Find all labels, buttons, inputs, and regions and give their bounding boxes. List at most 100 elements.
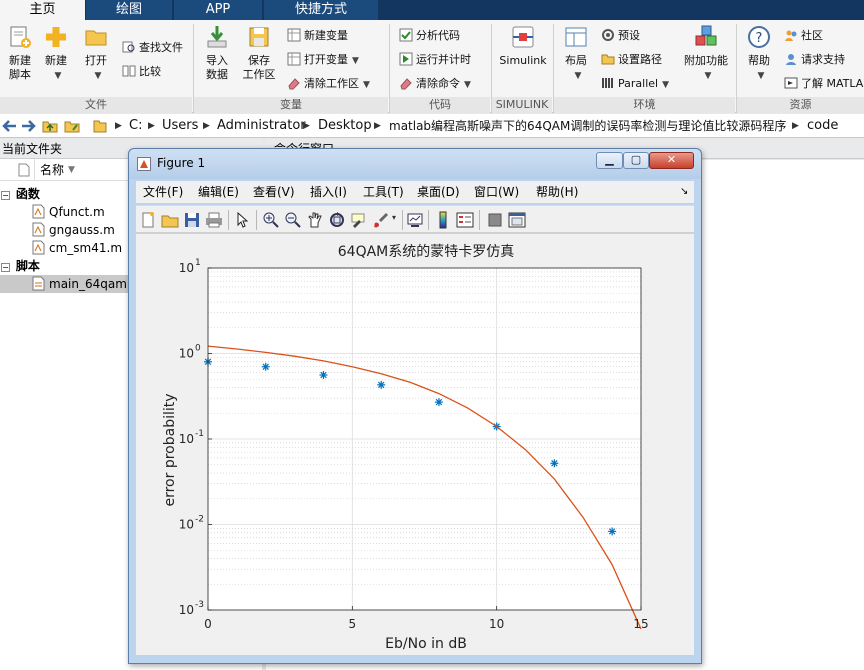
tab-home[interactable]: 主页 [0, 0, 85, 20]
hide-plot-tools-icon[interactable] [486, 211, 504, 229]
back-arrow-icon[interactable] [2, 118, 18, 134]
breadcrumb-desktop[interactable]: Desktop [318, 114, 372, 138]
compare-button[interactable]: 比较 [122, 62, 161, 82]
toolbar-separator [256, 210, 257, 230]
pointer-icon[interactable] [233, 211, 251, 229]
tab-apps[interactable]: APP [174, 0, 262, 20]
pan-icon[interactable] [306, 211, 324, 229]
y-axis-label: error probability [162, 393, 178, 506]
menu-window[interactable]: 窗口(W) [474, 181, 519, 203]
new-figure-icon[interactable] [139, 211, 157, 229]
analyze-code-button[interactable]: 分析代码 [399, 26, 460, 46]
addons-button[interactable]: 附加功能 ▼ [684, 24, 728, 83]
preferences-button[interactable]: 预设 [601, 26, 640, 46]
figure-canvas[interactable]: 64QAM系统的蒙特卡罗仿真 0 5 10 15 10 -3 10 -2 10 -1 10 0 10 1 … [136, 234, 694, 655]
menu-desktop[interactable]: 桌面(D) [417, 181, 460, 203]
menu-file[interactable]: 文件(F) [143, 181, 183, 203]
maximize-button[interactable]: ▢ [623, 152, 649, 169]
open-button[interactable]: 打开 ▼ [76, 24, 116, 83]
preferences-label: 预设 [618, 29, 640, 42]
file-name: Qfunct.m [49, 205, 105, 219]
breadcrumb-administrator[interactable]: Administrator [217, 114, 306, 138]
breadcrumb-drive[interactable]: C: [129, 114, 142, 138]
link-plot-icon[interactable] [406, 211, 424, 229]
menu-help[interactable]: 帮助(H) [536, 181, 578, 203]
print-icon[interactable] [205, 211, 223, 229]
file-type-column-icon [18, 163, 30, 177]
list-item[interactable]: Qfunct.m [32, 203, 105, 221]
legend-icon[interactable] [456, 211, 474, 229]
community-button[interactable]: 社区 [784, 26, 823, 46]
simulink-button[interactable]: Simulink [498, 24, 548, 68]
up-folder-icon[interactable] [42, 118, 58, 134]
brush-dropdown-icon[interactable]: ▾ [392, 213, 396, 222]
forward-arrow-icon[interactable] [20, 118, 36, 134]
tab-plots[interactable]: 绘图 [86, 0, 172, 20]
breadcrumb-code[interactable]: code [807, 114, 838, 138]
tab-shortcuts[interactable]: 快捷方式 [264, 0, 378, 20]
colorbar-icon[interactable] [434, 211, 452, 229]
show-plot-tools-icon[interactable] [508, 211, 526, 229]
help-button[interactable]: ? 帮助 ▼ [739, 24, 779, 83]
brush-icon[interactable] [372, 211, 390, 229]
m-file-icon [32, 204, 45, 219]
menu-tools[interactable]: 工具(T) [363, 181, 404, 203]
save-workspace-button[interactable]: 保存 工作区 [239, 24, 279, 82]
minimize-button[interactable]: ▁ [596, 152, 623, 169]
new-variable-icon [287, 28, 301, 42]
clear-commands-button[interactable]: 清除命令 ▼ [399, 74, 471, 94]
name-column-header[interactable]: 名称 [40, 159, 64, 181]
set-path-button[interactable]: 设置路径 [601, 50, 662, 70]
m-file-icon [32, 222, 45, 237]
layout-button[interactable]: 布局 ▼ [556, 24, 596, 83]
collapse-toggle-icon[interactable]: − [1, 263, 10, 272]
y-tick-exponent: 0 [195, 344, 201, 354]
close-button[interactable]: ✕ [649, 152, 694, 169]
clear-workspace-button[interactable]: 清除工作区 ▼ [287, 74, 370, 94]
zoom-out-icon[interactable] [284, 211, 302, 229]
y-tick-label: 10 [179, 603, 194, 617]
ribbon-toolstrip: 新建 脚本 新建 ▼ 打开 ▼ 查找文件 比较 文件 导入 数据 保存 工作区 … [0, 20, 864, 113]
clear-workspace-label: 清除工作区 [304, 77, 359, 90]
toolbar-separator [479, 210, 480, 230]
new-script-button[interactable]: 新建 脚本 [0, 24, 40, 82]
dock-arrow-icon[interactable]: ↘ [680, 181, 688, 203]
plus-icon [46, 27, 66, 47]
list-item[interactable]: cm_sm41.m [32, 239, 122, 257]
x-tick-label: 10 [489, 617, 504, 631]
open-file-icon[interactable] [161, 211, 179, 229]
new-label: 新建 [45, 54, 67, 67]
figure-menu-bar: 文件(F) 编辑(E) 查看(V) 插入(I) 工具(T) 桌面(D) 窗口(W… [136, 181, 694, 203]
find-files-icon [122, 41, 135, 53]
menu-insert[interactable]: 插入(I) [310, 181, 347, 203]
learn-matlab-button[interactable]: 了解 MATLA [784, 74, 863, 94]
figure-title-bar[interactable]: Figure 1 ▁ ▢ ✕ [129, 149, 701, 179]
save-icon[interactable] [183, 211, 201, 229]
browse-folder-icon[interactable] [64, 118, 80, 134]
new-button[interactable]: 新建 ▼ [36, 24, 76, 83]
open-variable-button[interactable]: 打开变量 ▼ [287, 50, 359, 70]
breadcrumb-project-folder[interactable]: matlab编程高斯噪声下的64QAM调制的误码率检测与理论值比较源码程序 [389, 114, 786, 138]
run-and-time-label: 运行并计时 [416, 53, 471, 66]
zoom-in-icon[interactable] [262, 211, 280, 229]
menu-view[interactable]: 查看(V) [253, 181, 295, 203]
parallel-button[interactable]: Parallel ▼ [601, 74, 669, 94]
menu-edit[interactable]: 编辑(E) [198, 181, 239, 203]
plot-area[interactable]: 64QAM系统的蒙特卡罗仿真 0 5 10 1510 -310 -210 -110 010 1 … [136, 234, 694, 655]
import-data-button[interactable]: 导入 数据 [197, 24, 237, 82]
list-item[interactable]: gngauss.m [32, 221, 115, 239]
help-label: 帮助 [748, 54, 770, 67]
collapse-toggle-icon[interactable]: − [1, 191, 10, 200]
rotate-icon[interactable] [328, 211, 346, 229]
new-variable-button[interactable]: 新建变量 [287, 26, 348, 46]
request-support-button[interactable]: 请求支持 [784, 50, 845, 70]
run-and-time-button[interactable]: 运行并计时 [399, 50, 471, 70]
y-tick-exponent: 1 [195, 258, 201, 268]
breadcrumb-users[interactable]: Users [162, 114, 198, 138]
close-icon: ✕ [666, 153, 677, 166]
find-files-button[interactable]: 查找文件 [122, 38, 183, 58]
data-cursor-icon[interactable] [350, 211, 368, 229]
learn-matlab-icon [784, 77, 798, 89]
group-label-environment: 环境 [554, 97, 735, 113]
ribbon-tab-bar: 主页 绘图 APP 快捷方式 [0, 0, 864, 20]
